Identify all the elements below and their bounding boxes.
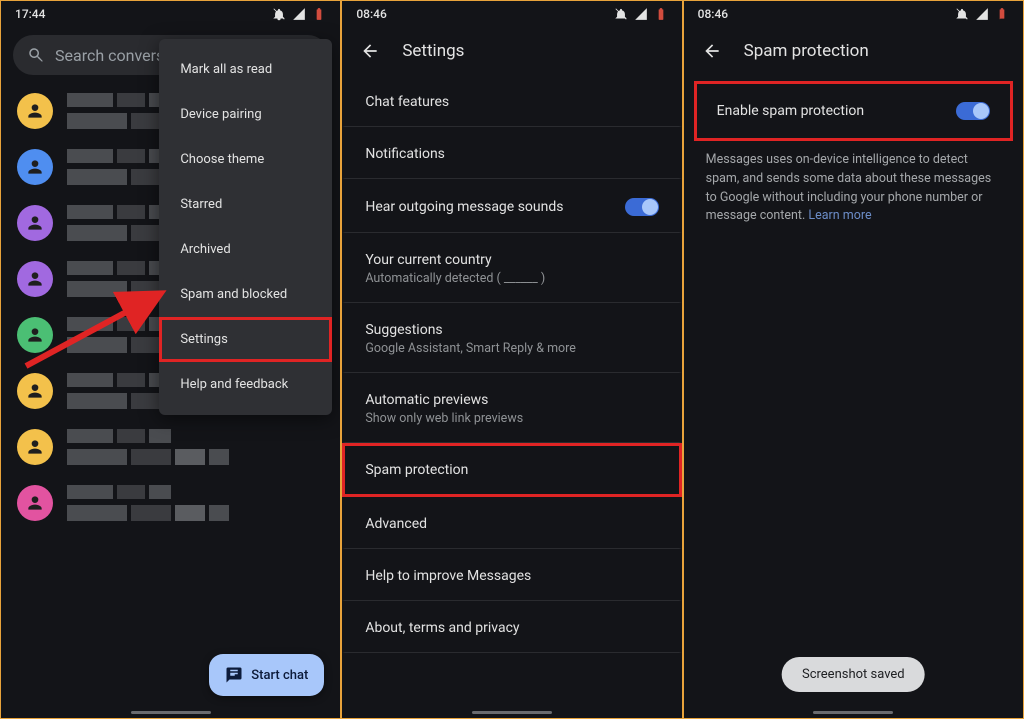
nav-home-indicator xyxy=(131,711,211,714)
avatar xyxy=(17,149,53,185)
dnd-icon xyxy=(614,7,628,21)
learn-more-link[interactable]: Learn more xyxy=(808,208,871,223)
avatar xyxy=(17,485,53,521)
setting-row-about-terms-and-privacy[interactable]: About, terms and privacy xyxy=(342,601,681,653)
setting-subtext: Google Assistant, Smart Reply & more xyxy=(365,341,576,356)
start-chat-fab[interactable]: Start chat xyxy=(209,654,324,696)
setting-row-automatic-previews[interactable]: Automatic previews Show only web link pre… xyxy=(342,373,681,443)
battery-icon xyxy=(312,7,326,21)
setting-row-your-current-country[interactable]: Your current country Automatically detect… xyxy=(342,233,681,303)
page-title: Spam protection xyxy=(744,41,869,61)
enable-spam-protection-row[interactable]: Enable spam protection xyxy=(694,81,1013,141)
setting-label: Advanced xyxy=(365,516,427,532)
status-icons xyxy=(614,7,668,21)
menu-item-starred[interactable]: Starred xyxy=(159,182,332,227)
status-bar: 08:46 xyxy=(684,1,1023,27)
status-bar: 17:44 xyxy=(1,1,340,27)
status-time: 08:46 xyxy=(698,7,728,21)
status-icons xyxy=(955,7,1009,21)
setting-label: Spam protection xyxy=(365,462,468,478)
setting-subtext: Show only web link previews xyxy=(365,411,523,426)
nav-home-indicator xyxy=(472,711,552,714)
setting-label: Help to improve Messages xyxy=(365,568,531,584)
battery-icon xyxy=(654,7,668,21)
page-title: Settings xyxy=(402,41,464,61)
avatar xyxy=(17,373,53,409)
conversation-row[interactable] xyxy=(1,475,340,531)
overflow-menu: Mark all as readDevice pairingChoose the… xyxy=(159,39,332,415)
menu-item-help-and-feedback[interactable]: Help and feedback xyxy=(159,362,332,407)
setting-label: About, terms and privacy xyxy=(365,620,519,636)
setting-subtext: Automatically detected ( ______ ) xyxy=(365,271,545,286)
back-icon[interactable] xyxy=(360,41,380,61)
avatar xyxy=(17,429,53,465)
setting-row-suggestions[interactable]: Suggestions Google Assistant, Smart Reply… xyxy=(342,303,681,373)
nav-home-indicator xyxy=(813,711,893,714)
enable-spam-label: Enable spam protection xyxy=(717,103,864,119)
status-time: 17:44 xyxy=(15,7,45,21)
spam-description: Messages uses on-device intelligence to … xyxy=(684,141,1023,226)
conversation-row[interactable] xyxy=(1,419,340,475)
dnd-icon xyxy=(955,7,969,21)
settings-list: Chat features Notifications Hear outgoing … xyxy=(342,75,681,718)
signal-icon xyxy=(292,7,306,21)
chat-icon xyxy=(225,666,243,684)
signal-icon xyxy=(634,7,648,21)
toggle[interactable] xyxy=(625,198,659,216)
search-icon xyxy=(27,46,45,64)
screen-settings: 08:46 Settings Chat features Notification… xyxy=(341,0,682,719)
dnd-icon xyxy=(272,7,286,21)
setting-row-advanced[interactable]: Advanced xyxy=(342,497,681,549)
setting-label: Hear outgoing message sounds xyxy=(365,199,563,215)
menu-item-mark-all-as-read[interactable]: Mark all as read xyxy=(159,47,332,92)
enable-spam-toggle[interactable] xyxy=(956,102,990,120)
setting-label: Chat features xyxy=(365,94,449,110)
menu-item-archived[interactable]: Archived xyxy=(159,227,332,272)
avatar xyxy=(17,317,53,353)
signal-icon xyxy=(975,7,989,21)
status-icons xyxy=(272,7,326,21)
fab-label: Start chat xyxy=(251,668,308,683)
screenshot-toast: Screenshot saved xyxy=(782,657,925,692)
avatar xyxy=(17,93,53,129)
setting-row-help-to-improve-messages[interactable]: Help to improve Messages xyxy=(342,549,681,601)
setting-label: Notifications xyxy=(365,146,445,162)
app-bar: Spam protection xyxy=(684,27,1023,75)
setting-row-notifications[interactable]: Notifications xyxy=(342,127,681,179)
app-bar: Settings xyxy=(342,27,681,75)
avatar xyxy=(17,205,53,241)
conversation-preview xyxy=(67,485,324,521)
menu-item-choose-theme[interactable]: Choose theme xyxy=(159,137,332,182)
screen-spam-protection: 08:46 Spam protection Enable spam protec… xyxy=(683,0,1024,719)
setting-label: Your current country xyxy=(365,252,545,268)
setting-row-hear-outgoing-message-sounds[interactable]: Hear outgoing message sounds xyxy=(342,179,681,233)
setting-row-spam-protection[interactable]: Spam protection xyxy=(342,443,681,497)
setting-label: Automatic previews xyxy=(365,392,523,408)
toast-text: Screenshot saved xyxy=(802,667,905,682)
setting-label: Suggestions xyxy=(365,322,576,338)
back-icon[interactable] xyxy=(702,41,722,61)
menu-item-settings[interactable]: Settings xyxy=(159,317,332,362)
screen-conversations: 17:44 Search conversat Mark all as readD… xyxy=(0,0,341,719)
battery-icon xyxy=(995,7,1009,21)
avatar xyxy=(17,261,53,297)
status-bar: 08:46 xyxy=(342,1,681,27)
status-time: 08:46 xyxy=(356,7,386,21)
menu-item-device-pairing[interactable]: Device pairing xyxy=(159,92,332,137)
conversation-preview xyxy=(67,429,324,465)
setting-row-chat-features[interactable]: Chat features xyxy=(342,75,681,127)
menu-item-spam-and-blocked[interactable]: Spam and blocked xyxy=(159,272,332,317)
